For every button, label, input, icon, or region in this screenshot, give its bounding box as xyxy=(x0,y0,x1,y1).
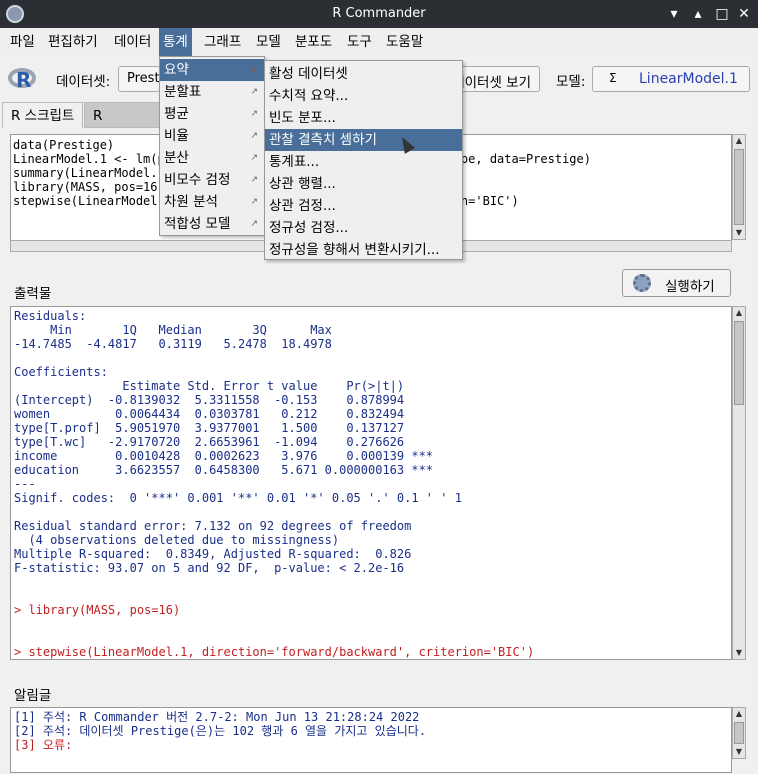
menu-models[interactable]: 모델 xyxy=(252,28,285,56)
title-bar: R Commander ▾ ▴ □ ✕ xyxy=(0,0,758,28)
output-command-line: > library(MASS, pos=16) xyxy=(14,603,181,617)
output-line: Residuals: xyxy=(14,309,87,323)
stats-menu-item-variances[interactable]: 분산 ↗ xyxy=(160,147,264,169)
dataset-label: 데이터셋: xyxy=(56,74,111,90)
minimize-button[interactable]: ▾ xyxy=(664,4,684,24)
stats-menu-item-means[interactable]: 평균 ↗ xyxy=(160,103,264,125)
window-title: R Commander xyxy=(332,6,426,21)
output-line: Coefficients: xyxy=(14,365,108,379)
run-button[interactable]: 실행하기 xyxy=(622,269,731,297)
close-button[interactable]: ✕ xyxy=(734,4,754,24)
submenu-item-transform-toward-normality[interactable]: 정규성을 향해서 변환시키기... xyxy=(265,239,462,261)
submenu-item-table-of-statistics[interactable]: 통계표... xyxy=(265,151,462,173)
output-line: type[T.prof] 5.9051970 3.9377001 1.500 0… xyxy=(14,421,405,435)
sigma-icon: Σ xyxy=(609,71,617,85)
messages-label: 알림글 xyxy=(14,688,52,704)
menu-edit[interactable]: 편집하기 xyxy=(44,28,102,56)
message-line: [2] 주석: 데이터셋 Prestige(은)는 102 행과 6 열을 가지… xyxy=(14,724,427,738)
scroll-down-arrow-icon[interactable]: ▼ xyxy=(733,746,745,758)
r-logo-icon: R xyxy=(8,66,36,92)
tab-r-markdown[interactable]: R Markdown xyxy=(84,102,160,128)
stats-menu-item-dimensional[interactable]: 차원 분석 ↗ xyxy=(160,191,264,213)
output-line: Estimate Std. Error t value Pr(>|t|) xyxy=(14,379,405,393)
submenu-item-correlation-matrix[interactable]: 상관 행렬... xyxy=(265,173,462,195)
output-line: --- xyxy=(14,477,36,491)
model-value: LinearModel.1 xyxy=(639,71,738,87)
tab-r-script[interactable]: R 스크립트 xyxy=(2,102,84,128)
scroll-up-arrow-icon[interactable]: ▲ xyxy=(733,307,745,319)
scroll-thumb[interactable] xyxy=(734,321,744,405)
menu-data[interactable]: 데이터 xyxy=(110,28,155,56)
output-line: education 3.6623557 0.6458300 5.671 0.00… xyxy=(14,463,434,477)
stats-menu-item-proportions[interactable]: 비율 ↗ xyxy=(160,125,264,147)
menu-graphs[interactable]: 그래프 xyxy=(200,28,245,56)
output-line: income 0.0010428 0.0002623 3.976 0.00013… xyxy=(14,449,434,463)
menu-statistics[interactable]: 통계 xyxy=(159,28,192,56)
menu-file[interactable]: 파일 xyxy=(6,28,39,56)
view-dataset-label: 데이터셋 보기 xyxy=(452,75,531,91)
menu-help[interactable]: 도움말 xyxy=(382,28,427,56)
output-line: Residual standard error: 7.132 on 92 deg… xyxy=(14,519,412,533)
model-label: 모델: xyxy=(556,74,586,90)
output-line: (4 observations deleted due to missingne… xyxy=(14,533,340,547)
menu-distributions[interactable]: 분포도 xyxy=(291,28,336,56)
output-pane[interactable]: Residuals: Min 1Q Median 3Q Max -14.7485 … xyxy=(10,306,732,660)
scroll-up-arrow-icon[interactable]: ▲ xyxy=(733,708,745,720)
submenu-item-count-missing[interactable]: 관찰 결측치 셈하기 xyxy=(265,129,462,151)
statistics-menu: 요약 ▶ 분할표 ↗ 평균 ↗ 비율 ↗ 분산 ↗ 비모수 검정 ↗ 차원 분석 ↗ 적합성 … xyxy=(159,56,265,236)
scroll-thumb[interactable] xyxy=(734,149,744,225)
submenu-item-normality-test[interactable]: 정규성 검정... xyxy=(265,217,462,239)
message-line: [1] 주석: R Commander 버전 2.7-2: Mon Jun 13… xyxy=(14,710,420,724)
output-line: (Intercept) -0.8139032 5.3311558 -0.153 … xyxy=(14,393,405,407)
messages-vertical-scrollbar[interactable]: ▲ ▼ xyxy=(732,707,746,759)
script-vertical-scrollbar[interactable]: ▲ ▼ xyxy=(732,134,746,240)
message-line: [3] 오류: xyxy=(14,738,73,752)
output-command-line: > stepwise(LinearModel.1, direction='for… xyxy=(14,645,535,659)
stats-menu-item-fit-models[interactable]: 적합성 모델 ↗ xyxy=(160,213,264,235)
restore-button[interactable]: ▴ xyxy=(688,4,708,24)
output-line: Signif. codes: 0 '***' 0.001 '**' 0.01 '… xyxy=(14,491,462,505)
stats-menu-item-contingency[interactable]: 분할표 ↗ xyxy=(160,81,264,103)
scroll-down-arrow-icon[interactable]: ▼ xyxy=(733,227,745,239)
output-line: F-statistic: 93.07 on 5 and 92 DF, p-val… xyxy=(14,561,405,575)
scroll-thumb[interactable] xyxy=(734,722,744,744)
messages-pane[interactable]: [1] 주석: R Commander 버전 2.7-2: Mon Jun 13… xyxy=(10,707,732,773)
menu-bar: 파일 편집하기 데이터 통계 그래프 모델 분포도 도구 도움말 xyxy=(0,28,758,56)
scroll-up-arrow-icon[interactable]: ▲ xyxy=(733,135,745,147)
output-line: type[T.wc] -2.9170720 2.6653961 -1.094 0… xyxy=(14,435,405,449)
submenu-item-active-dataset[interactable]: 활성 데이터셋 xyxy=(265,63,462,85)
output-line: -14.7485 -4.4817 0.3119 5.2478 18.4978 xyxy=(14,337,332,351)
dataset-selector-button[interactable]: Prestige xyxy=(118,66,160,92)
scroll-down-arrow-icon[interactable]: ▼ xyxy=(733,647,745,659)
summaries-submenu: 활성 데이터셋 수치적 요약... 빈도 분포... 관찰 결측치 셈하기 통계… xyxy=(264,60,463,260)
stats-menu-item-nonparametric[interactable]: 비모수 검정 ↗ xyxy=(160,169,264,191)
output-label: 출력물 xyxy=(14,286,52,302)
submenu-item-correlation-test[interactable]: 상관 검정... xyxy=(265,195,462,217)
maximize-button[interactable]: □ xyxy=(712,4,732,24)
output-line: women 0.0064434 0.0303781 0.212 0.832494 xyxy=(14,407,405,421)
model-selector-button[interactable]: Σ LinearModel.1 xyxy=(592,66,750,92)
run-button-label: 실행하기 xyxy=(665,279,715,295)
dataset-value: Prestige xyxy=(127,71,160,86)
output-line: Min 1Q Median 3Q Max xyxy=(14,323,332,337)
gear-icon xyxy=(633,274,651,292)
output-line: Multiple R-squared: 0.8349, Adjusted R-s… xyxy=(14,547,412,561)
menu-tools[interactable]: 도구 xyxy=(343,28,376,56)
stats-menu-item-summaries[interactable]: 요약 ▶ xyxy=(160,59,264,81)
output-vertical-scrollbar[interactable]: ▲ ▼ xyxy=(732,306,746,660)
submenu-item-numerical-summaries[interactable]: 수치적 요약... xyxy=(265,85,462,107)
submenu-item-frequency-distributions[interactable]: 빈도 분포... xyxy=(265,107,462,129)
